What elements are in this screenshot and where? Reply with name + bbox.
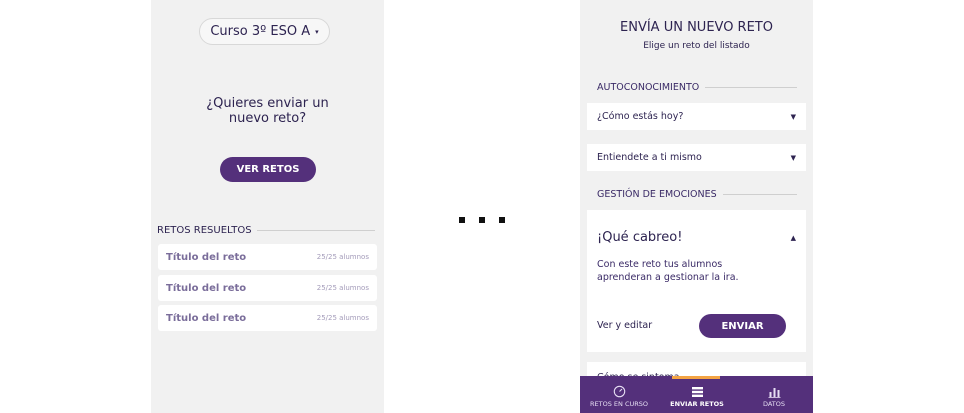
page-title: ENVÍA UN NUEVO RETO xyxy=(620,20,773,35)
solved-challenge-item[interactable]: Título del reto 25/25 alumnos xyxy=(158,275,377,301)
divider xyxy=(705,87,797,88)
question-line-2: nuevo reto? xyxy=(228,111,307,126)
challenge-count: 25/25 alumnos xyxy=(316,284,369,292)
ver-retos-button[interactable]: VER RETOS xyxy=(220,157,316,182)
divider xyxy=(256,230,375,231)
tab-label: RETOS EN CURSO xyxy=(590,400,648,408)
challenge-card-expanded: ¡Qué cabreo! ▲ Con este reto tus alumnos… xyxy=(587,210,806,352)
page-subtitle: Elige un reto del listado xyxy=(643,41,750,51)
course-selector[interactable]: Curso 3º ESO A ▾ xyxy=(199,18,330,45)
challenge-title: Título del reto xyxy=(166,312,247,324)
flow-ellipsis xyxy=(459,217,505,224)
bar-chart-icon xyxy=(768,388,780,398)
challenge-count: 25/25 alumnos xyxy=(316,314,369,322)
caret-up-icon[interactable]: ▲ xyxy=(791,234,796,242)
challenge-card-description: Con este reto tus alumnos aprenderan a g… xyxy=(597,259,739,283)
challenge-dropdown[interactable]: Entiendete a ti mismo ▼ xyxy=(587,144,806,171)
page: Curso 3º ESO A ▾ ¿Quieres enviar un nuev… xyxy=(0,0,964,413)
tab-label: DATOS xyxy=(762,400,786,408)
question-line-1: ¿Quieres enviar un xyxy=(206,96,329,111)
challenge-title: Título del reto xyxy=(166,282,247,294)
home-screen: Curso 3º ESO A ▾ ¿Quieres enviar un nuev… xyxy=(151,0,384,413)
course-selector-label: Curso 3º ESO A xyxy=(210,24,311,39)
chevron-down-icon: ▾ xyxy=(315,27,319,36)
tab-enviar-retos[interactable]: ENVIAR RETOS xyxy=(666,376,728,413)
solved-section-label: RETOS RESUELTOS xyxy=(157,225,252,236)
stack-icon xyxy=(691,387,703,397)
challenge-dropdown[interactable]: ¿Cómo estás hoy? ▼ xyxy=(587,103,806,130)
dot xyxy=(459,217,465,223)
caret-down-icon: ▼ xyxy=(790,112,796,121)
solved-section-header: RETOS RESUELTOS xyxy=(157,225,375,236)
bottom-tab-bar: RETOS EN CURSO ENVIAR RETOS DATOS xyxy=(580,376,813,413)
view-edit-link[interactable]: Ver y editar xyxy=(597,320,652,331)
tab-retos-en-curso[interactable]: RETOS EN CURSO xyxy=(588,376,650,413)
section-label: AUTOCONOCIMIENTO xyxy=(597,82,700,93)
dot xyxy=(499,217,505,223)
caret-down-icon: ▼ xyxy=(790,153,796,162)
tab-datos[interactable]: DATOS xyxy=(750,376,798,413)
challenge-card-title[interactable]: ¡Qué cabreo! xyxy=(597,230,682,245)
dropdown-label: ¿Cómo estás hoy? xyxy=(597,111,684,122)
section-header-autoconocimiento: AUTOCONOCIMIENTO xyxy=(597,82,797,93)
section-header-gestion-emociones: GESTIÓN DE EMOCIONES xyxy=(597,189,797,200)
solved-challenge-item[interactable]: Título del reto 25/25 alumnos xyxy=(158,305,377,331)
challenge-title: Título del reto xyxy=(166,251,247,263)
tab-label: ENVIAR RETOS xyxy=(670,400,724,408)
divider xyxy=(722,194,797,195)
challenge-count: 25/25 alumnos xyxy=(316,253,369,261)
new-challenge-question: ¿Quieres enviar un nuevo reto? xyxy=(151,96,384,126)
solved-challenge-item[interactable]: Título del reto 25/25 alumnos xyxy=(158,244,377,270)
section-label: GESTIÓN DE EMOCIONES xyxy=(597,189,717,200)
send-challenge-screen: ENVÍA UN NUEVO RETO Elige un reto del li… xyxy=(580,0,813,413)
dot xyxy=(479,217,485,223)
active-tab-indicator xyxy=(672,376,720,379)
dropdown-label: Entiendete a ti mismo xyxy=(597,152,702,163)
gauge-icon xyxy=(613,385,625,398)
enviar-button[interactable]: ENVIAR xyxy=(699,314,786,338)
